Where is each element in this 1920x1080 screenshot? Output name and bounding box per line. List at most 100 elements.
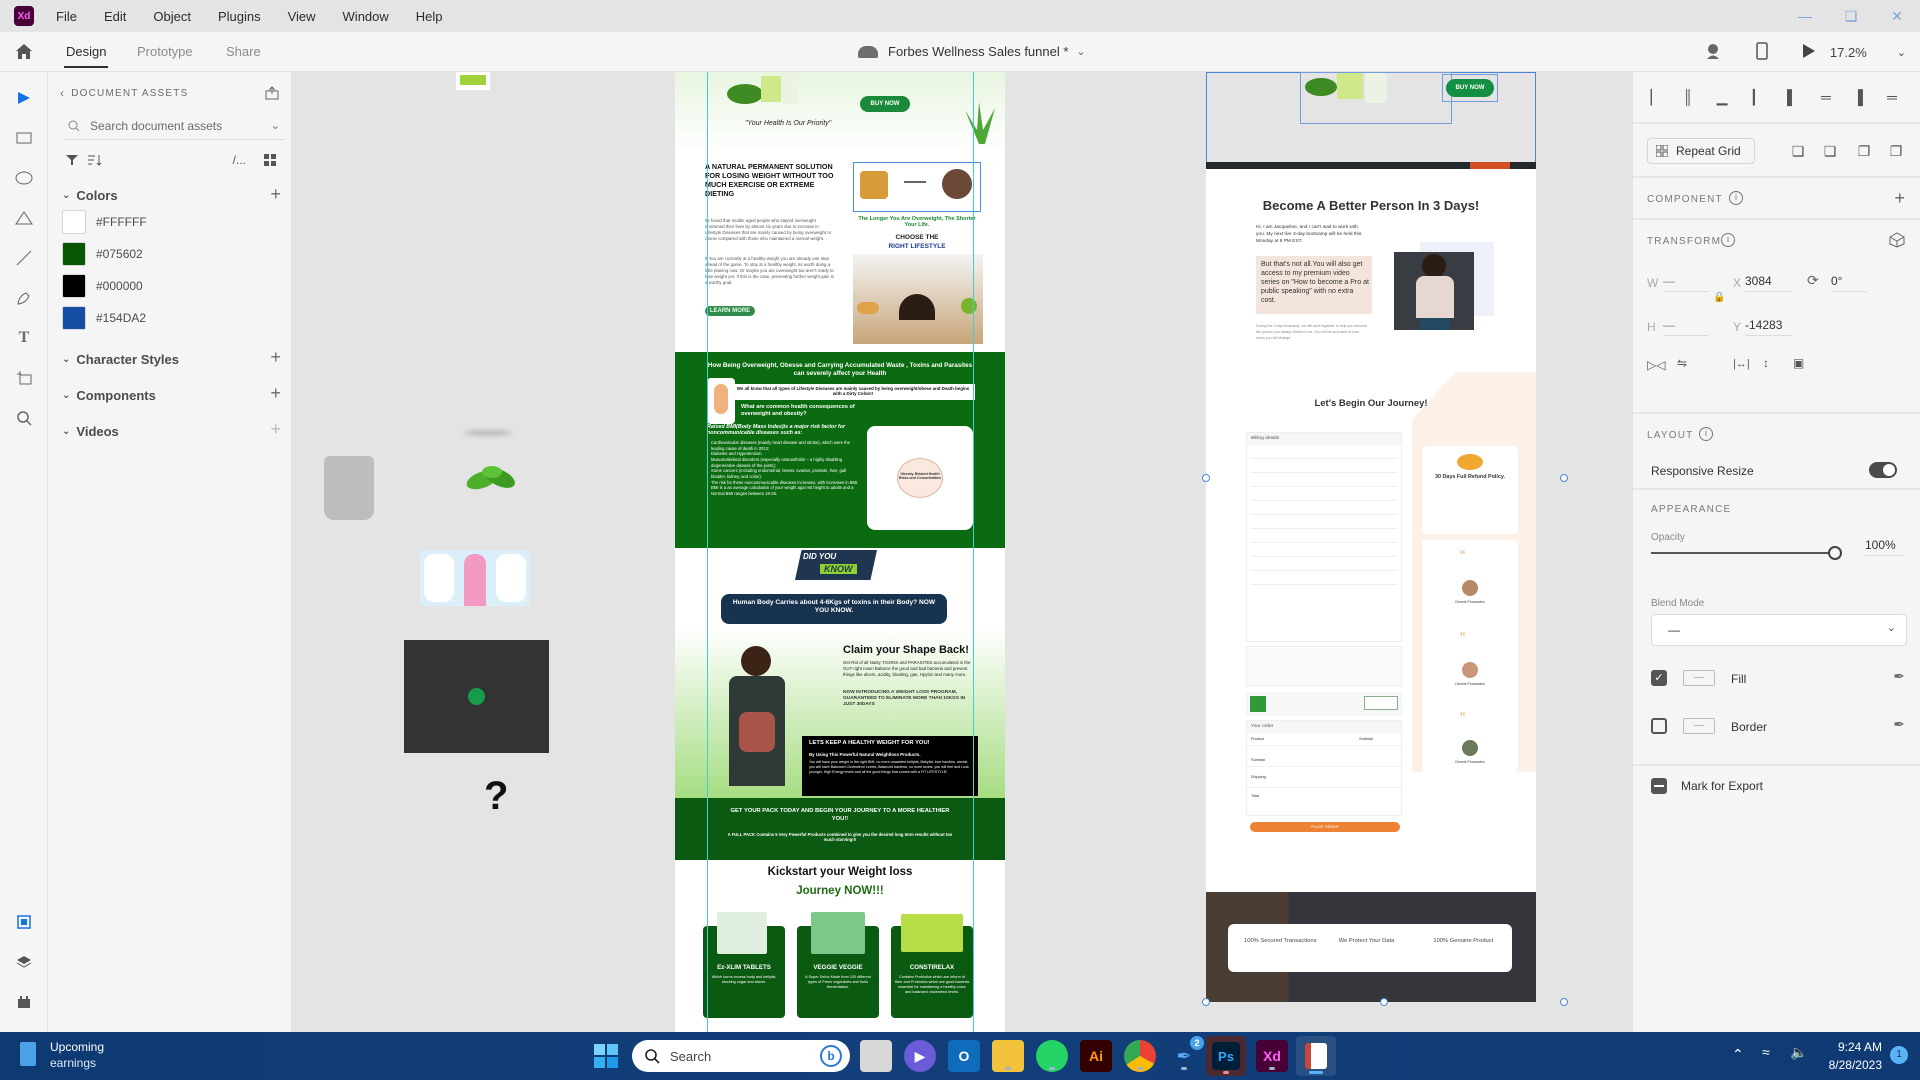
flip-horizontal-icon[interactable]: ▷◁: [1647, 358, 1665, 372]
widget-line-2[interactable]: earnings: [50, 1056, 96, 1070]
repeat-grid-button[interactable]: Repeat Grid: [1647, 138, 1755, 164]
tab-prototype[interactable]: Prototype: [137, 44, 193, 59]
question-mark-graphic[interactable]: ?: [484, 774, 508, 819]
opacity-field[interactable]: 100%: [1865, 534, 1905, 556]
color-swatch[interactable]: [62, 274, 86, 298]
add-color-button[interactable]: +: [270, 184, 281, 205]
character-styles-section-header[interactable]: ⌄ Character Styles: [62, 352, 179, 367]
rectangle-tool[interactable]: [12, 126, 36, 150]
boolean-exclude-icon[interactable]: ❐: [1887, 142, 1905, 160]
pen-app-icon[interactable]: ✒ 2: [1168, 1036, 1204, 1072]
menu-edit[interactable]: Edit: [104, 9, 126, 24]
menu-object[interactable]: Object: [153, 9, 191, 24]
grid-view-icon[interactable]: [264, 154, 276, 166]
zoom-tool[interactable]: [12, 406, 36, 430]
email-field[interactable]: [1251, 577, 1397, 585]
boolean-add-icon[interactable]: ❏: [1789, 142, 1807, 160]
lock-aspect-icon[interactable]: 🔒: [1713, 292, 1725, 303]
3d-transform-icon[interactable]: [1889, 232, 1905, 248]
tab-share[interactable]: Share: [226, 44, 261, 59]
add-component-button[interactable]: +: [1894, 188, 1905, 209]
layers-panel-button[interactable]: [12, 950, 36, 974]
start-button[interactable]: [594, 1044, 618, 1068]
fill-color-swatch[interactable]: —: [1683, 670, 1715, 686]
line-tool[interactable]: [12, 246, 36, 270]
selection-handle[interactable]: [1202, 474, 1210, 482]
components-section-header[interactable]: ⌄ Components: [62, 388, 156, 403]
width-field[interactable]: —: [1663, 270, 1709, 292]
color-swatch-row[interactable]: #FFFFFF: [62, 210, 147, 234]
opacity-slider-thumb[interactable]: [1828, 546, 1842, 560]
y-position-field[interactable]: -14283: [1745, 314, 1793, 336]
apartment-field[interactable]: [1251, 507, 1397, 515]
blend-mode-select[interactable]: — ⌄: [1651, 614, 1907, 646]
align-bottom-icon[interactable]: ▁: [1713, 88, 1731, 106]
distribute-horizontal-icon[interactable]: ┃: [1745, 88, 1763, 106]
product-card[interactable]: VEGGIE VEGGIE A Super Detox Made from 10…: [797, 912, 879, 1018]
snipping-tool-taskbar-button[interactable]: [1296, 1036, 1336, 1076]
product-card[interactable]: Ez-XLIM TABLETS Which burns excess body …: [703, 912, 785, 1018]
rotation-field[interactable]: 0°: [1831, 270, 1867, 292]
select-tool[interactable]: [12, 86, 36, 110]
align-top-icon[interactable]: ▏: [1647, 88, 1665, 106]
align-right-icon[interactable]: ▐: [1849, 88, 1867, 106]
selection-handle[interactable]: [1560, 998, 1568, 1006]
zoom-chevron-icon[interactable]: ⌄: [1897, 46, 1906, 59]
height-field[interactable]: —: [1663, 314, 1709, 336]
company-field[interactable]: [1251, 465, 1397, 473]
text-tool[interactable]: T: [12, 326, 36, 350]
checkout-artboard[interactable]: Become A Better Person In 3 Days! Hi, I …: [1206, 162, 1536, 1002]
whatsapp-icon[interactable]: [1036, 1040, 1068, 1072]
add-video-button[interactable]: +: [270, 419, 281, 440]
buy-now-group[interactable]: BUY NOW: [1442, 74, 1498, 102]
jar-placeholder-shape[interactable]: [324, 456, 374, 520]
country-select[interactable]: [1251, 479, 1397, 487]
buy-now-button[interactable]: BUY NOW: [860, 96, 910, 112]
product-strip-group[interactable]: [1300, 72, 1452, 124]
color-swatch[interactable]: [62, 242, 86, 266]
color-swatch-row[interactable]: #154DA2: [62, 306, 146, 330]
boolean-intersect-icon[interactable]: ❐: [1855, 142, 1873, 160]
menu-plugins[interactable]: Plugins: [218, 9, 261, 24]
notification-badge[interactable]: 1: [1890, 1046, 1908, 1064]
border-eyedropper-icon[interactable]: ✒: [1893, 716, 1905, 733]
filter-icon[interactable]: [66, 154, 78, 166]
home-icon[interactable]: [14, 42, 34, 62]
fill-checkbox[interactable]: ✓: [1651, 670, 1667, 686]
add-component-button[interactable]: +: [270, 383, 281, 404]
menu-view[interactable]: View: [288, 9, 316, 24]
stocks-widget-icon[interactable]: [20, 1042, 36, 1066]
device-preview-icon[interactable]: [1756, 41, 1768, 63]
zip-field[interactable]: [1251, 549, 1397, 557]
selection-handle[interactable]: [1202, 998, 1210, 1006]
restore-button[interactable]: ❏: [1828, 0, 1874, 32]
fixed-height-icon[interactable]: ↕: [1763, 356, 1769, 370]
menu-file[interactable]: File: [56, 9, 77, 24]
color-swatch[interactable]: [62, 306, 86, 330]
colors-section-header[interactable]: ⌄ Colors: [62, 188, 118, 203]
loose-product-thumbnail[interactable]: [456, 72, 490, 90]
taskbar-search-box[interactable]: Search b: [632, 1040, 850, 1072]
flip-vertical-icon[interactable]: ⇋: [1677, 356, 1687, 370]
billing-form[interactable]: Billing details: [1246, 432, 1402, 642]
artboard-tool[interactable]: [12, 366, 36, 390]
wifi-icon[interactable]: ≈: [1762, 1044, 1770, 1060]
color-swatch-row[interactable]: #000000: [62, 274, 143, 298]
file-explorer-icon[interactable]: [992, 1040, 1024, 1072]
align-left-icon[interactable]: ▌: [1783, 88, 1801, 106]
state-select[interactable]: [1251, 535, 1397, 543]
show-hidden-icons-chevron[interactable]: ⌃: [1732, 1046, 1744, 1063]
shadow-shape[interactable]: [464, 430, 512, 436]
first-name-field[interactable]: [1251, 451, 1397, 459]
zoom-level[interactable]: 17.2%: [1830, 45, 1867, 60]
component-info-icon[interactable]: i: [1729, 191, 1743, 205]
videos-section-header[interactable]: ⌄ Videos: [62, 424, 119, 439]
clock-time[interactable]: 9:24 AM: [1822, 1040, 1882, 1054]
border-checkbox[interactable]: [1651, 718, 1667, 734]
illustrator-icon[interactable]: Ai: [1080, 1040, 1112, 1072]
order-notes-field[interactable]: [1246, 646, 1402, 686]
task-view-icon[interactable]: [860, 1040, 892, 1072]
clock-date[interactable]: 8/28/2023: [1812, 1058, 1882, 1072]
search-dropdown-chevron-icon[interactable]: ⌄: [271, 119, 280, 132]
chrome-icon[interactable]: [1124, 1040, 1156, 1072]
